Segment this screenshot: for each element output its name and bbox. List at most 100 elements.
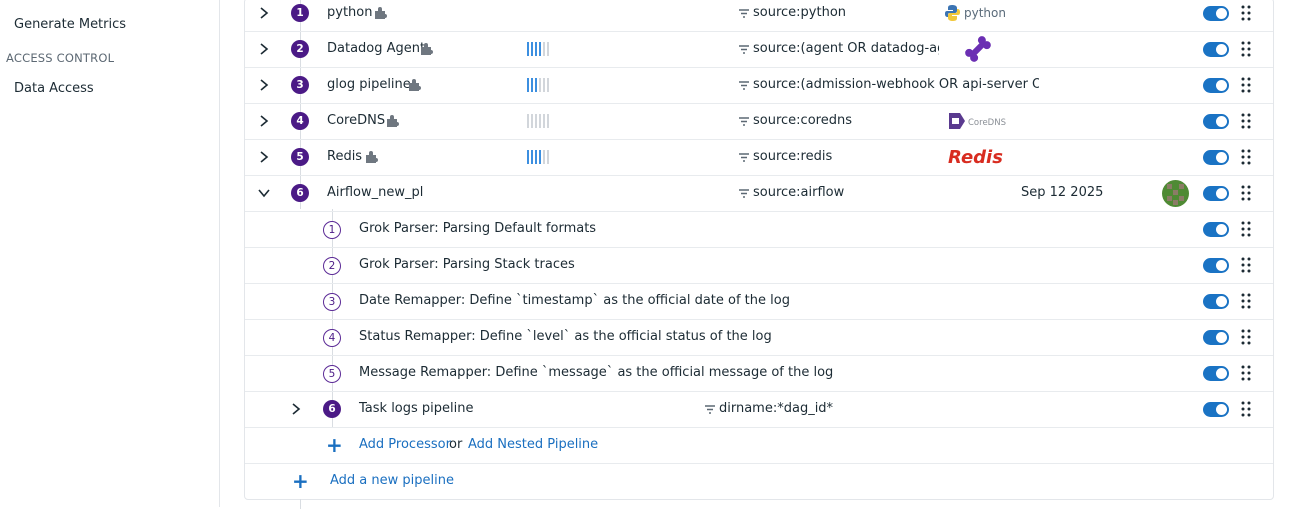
integration-puzzle-icon	[409, 79, 421, 91]
processor-row[interactable]: 1 Grok Parser: Parsing Default formats	[245, 211, 1273, 248]
drag-handle-icon[interactable]	[1241, 221, 1251, 237]
pipeline-index: 4	[291, 112, 309, 130]
add-nested-pipeline-link[interactable]: Add Nested Pipeline	[468, 427, 598, 463]
filter-icon	[705, 404, 715, 414]
filter-icon	[739, 80, 749, 90]
drag-handle-icon[interactable]	[1241, 293, 1251, 309]
drag-handle-icon[interactable]	[1241, 41, 1251, 57]
processor-index: 3	[323, 293, 341, 311]
nested-pipeline-row[interactable]: 6 Task logs pipeline dirname:*dag_id*	[245, 391, 1273, 428]
pipeline-row-datadog-agent[interactable]: 2 Datadog Agent source:(agent OR datadog…	[245, 31, 1273, 68]
svg-text:python: python	[964, 6, 1006, 20]
drag-handle-icon[interactable]	[1241, 329, 1251, 345]
chevron-right-icon[interactable]	[256, 139, 272, 175]
nested-pipeline-name[interactable]: Task logs pipeline	[359, 391, 474, 427]
pipeline-row-redis[interactable]: 5 Redis source:redis Redis	[245, 139, 1273, 176]
pipeline-name[interactable]: Redis	[327, 139, 362, 175]
usage-bars	[527, 42, 549, 56]
chevron-right-icon[interactable]	[256, 31, 272, 67]
drag-handle-icon[interactable]	[1241, 185, 1251, 201]
processor-enable-toggle[interactable]	[1203, 258, 1229, 273]
nested-pipeline-filter-query[interactable]: dirname:*dag_id*	[705, 391, 833, 427]
drag-handle-icon[interactable]	[1241, 113, 1251, 129]
pipeline-row-coredns[interactable]: 4 CoreDNS source:coredns CoreDNS	[245, 103, 1273, 140]
drag-handle-icon[interactable]	[1241, 365, 1251, 381]
processor-enable-toggle[interactable]	[1203, 330, 1229, 345]
pipeline-enable-toggle[interactable]	[1203, 78, 1229, 93]
processor-enable-toggle[interactable]	[1203, 294, 1229, 309]
chevron-right-icon[interactable]	[256, 0, 272, 31]
nested-pipeline-index: 6	[323, 400, 341, 418]
nested-pipeline-enable-toggle[interactable]	[1203, 402, 1229, 417]
pipeline-row-airflow[interactable]: 6 Airflow_new_pl source:airflow Sep 12 2…	[245, 175, 1273, 212]
query-text: source:(agent OR datadog-age…	[753, 41, 939, 56]
query-text: dirname:*dag_id*	[719, 401, 834, 416]
pipeline-row-glog[interactable]: 3 glog pipeline source:(admission-webhoo…	[245, 67, 1273, 104]
processor-row[interactable]: 2 Grok Parser: Parsing Stack traces	[245, 247, 1273, 284]
pipeline-filter-query[interactable]: source:airflow	[739, 175, 844, 211]
pipeline-index: 6	[291, 184, 309, 202]
chevron-right-icon[interactable]	[256, 103, 272, 139]
pipeline-name[interactable]: Airflow_new_pl	[327, 175, 423, 211]
pipeline-enable-toggle[interactable]	[1203, 114, 1229, 129]
processor-row[interactable]: 4 Status Remapper: Define `level` as the…	[245, 319, 1273, 356]
add-new-pipeline-link[interactable]: Add a new pipeline	[330, 463, 454, 499]
processor-enable-toggle[interactable]	[1203, 366, 1229, 381]
integration-puzzle-icon	[366, 151, 378, 163]
usage-bars	[527, 78, 549, 92]
processor-name[interactable]: Status Remapper: Define `level` as the o…	[359, 319, 772, 355]
pipeline-filter-query[interactable]: source:coredns	[739, 103, 852, 139]
pipeline-filter-query[interactable]: source:(agent OR datadog-age…	[739, 31, 939, 67]
pipeline-index: 5	[291, 148, 309, 166]
svg-text:Redis: Redis	[948, 147, 1003, 168]
filter-icon	[739, 188, 749, 198]
redis-logo: Redis	[948, 139, 1012, 175]
pipeline-name[interactable]: glog pipeline	[327, 67, 411, 103]
drag-handle-icon[interactable]	[1241, 149, 1251, 165]
add-pipeline-row: + Add a new pipeline	[245, 463, 1273, 499]
chevron-right-icon[interactable]	[288, 391, 304, 427]
pipeline-name[interactable]: python	[327, 0, 372, 31]
drag-handle-icon[interactable]	[1241, 5, 1251, 21]
chevron-right-icon[interactable]	[256, 67, 272, 103]
sidebar-item-generate-metrics[interactable]: Generate Metrics	[14, 17, 126, 32]
pipeline-enable-toggle[interactable]	[1203, 150, 1229, 165]
drag-handle-icon[interactable]	[1241, 77, 1251, 93]
processor-row[interactable]: 5 Message Remapper: Define `message` as …	[245, 355, 1273, 392]
drag-handle-icon[interactable]	[1241, 257, 1251, 273]
pipeline-row-python[interactable]: 1 python source:python python	[245, 0, 1273, 32]
pipeline-filter-query[interactable]: source:redis	[739, 139, 832, 175]
filter-icon	[739, 8, 749, 18]
pipeline-enable-toggle[interactable]	[1203, 186, 1229, 201]
processor-row[interactable]: 3 Date Remapper: Define `timestamp` as t…	[245, 283, 1273, 320]
processor-name[interactable]: Date Remapper: Define `timestamp` as the…	[359, 283, 790, 319]
processor-name[interactable]: Grok Parser: Parsing Stack traces	[359, 247, 575, 283]
pipeline-name[interactable]: Datadog Agent	[327, 31, 425, 67]
query-text: source:(admission-webhook OR api-server …	[753, 77, 1039, 92]
bone-icon	[963, 31, 993, 67]
add-pipeline-plus-icon[interactable]: +	[292, 463, 309, 499]
pipeline-enable-toggle[interactable]	[1203, 6, 1229, 21]
pipeline-enable-toggle[interactable]	[1203, 42, 1229, 57]
processor-name[interactable]: Message Remapper: Define `message` as th…	[359, 355, 833, 391]
avatar[interactable]	[1162, 180, 1189, 207]
pipeline-name[interactable]: CoreDNS	[327, 103, 385, 139]
processor-index: 5	[323, 365, 341, 383]
add-processor-row: + Add Processor or Add Nested Pipeline	[245, 427, 1273, 464]
sidebar-item-data-access[interactable]: Data Access	[14, 81, 94, 96]
query-text: source:redis	[753, 149, 833, 164]
add-processor-link[interactable]: Add Processor	[359, 427, 451, 463]
drag-handle-icon[interactable]	[1241, 401, 1251, 417]
pipeline-index: 2	[291, 40, 309, 58]
python-logo: python	[945, 0, 1009, 31]
processor-name[interactable]: Grok Parser: Parsing Default formats	[359, 211, 596, 247]
filter-icon	[739, 44, 749, 54]
integration-puzzle-icon	[421, 43, 433, 55]
pipeline-filter-query[interactable]: source:(admission-webhook OR api-server …	[739, 67, 1039, 103]
or-separator: or	[449, 437, 463, 452]
add-processor-plus-icon[interactable]: +	[326, 427, 343, 463]
processor-enable-toggle[interactable]	[1203, 222, 1229, 237]
svg-text:CoreDNS: CoreDNS	[968, 118, 1006, 128]
pipeline-filter-query[interactable]: source:python	[739, 0, 846, 31]
chevron-down-icon[interactable]	[256, 175, 272, 211]
